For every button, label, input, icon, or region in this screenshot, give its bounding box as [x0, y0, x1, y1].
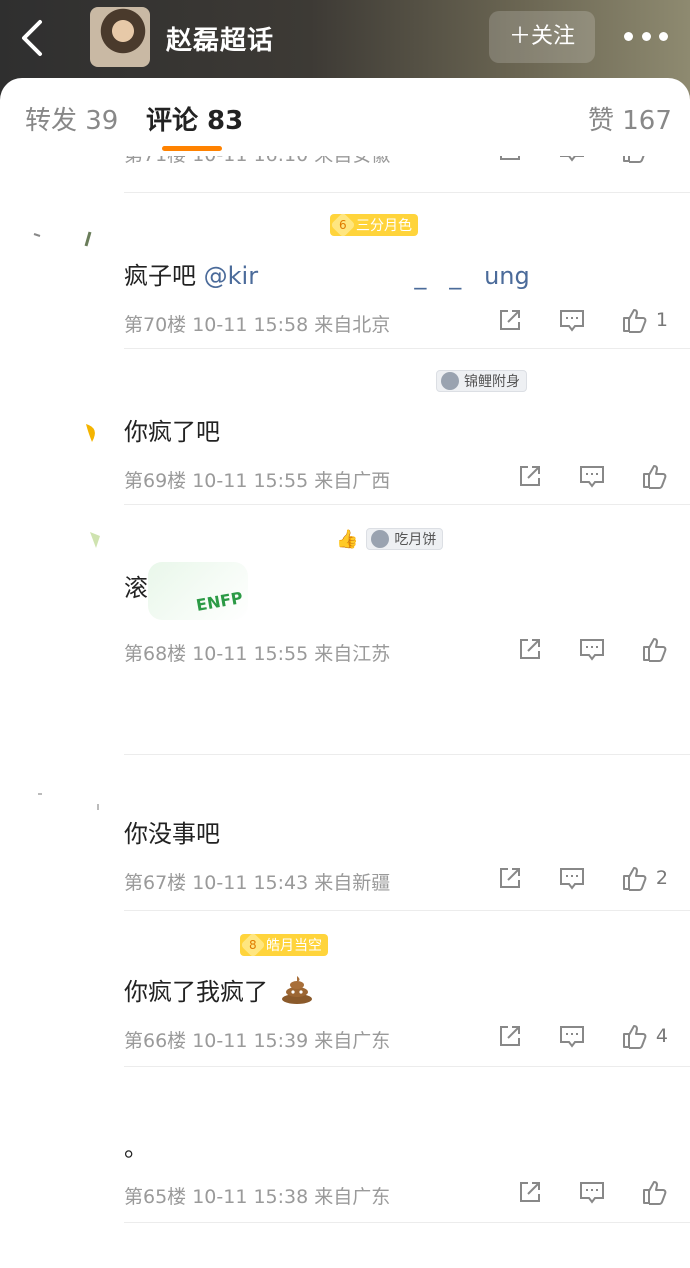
comment-button[interactable] — [578, 1178, 606, 1206]
user-line: 8 皓月当空 — [240, 932, 328, 958]
avatar[interactable] — [30, 212, 102, 284]
like-count: 1 — [655, 309, 668, 331]
comment-button[interactable] — [558, 1022, 586, 1050]
comment-text: 。 — [124, 1134, 148, 1162]
like-count: 1 — [656, 156, 668, 161]
repost-button[interactable] — [516, 462, 544, 490]
repost-button[interactable] — [496, 156, 524, 164]
fan-badge[interactable]: 锦鲤附身 — [436, 370, 527, 392]
mooncake-icon — [371, 530, 390, 548]
comment-list[interactable]: 第71楼 10-11 16:10 来自安徽 1 6三分月色 — [0, 156, 690, 1268]
like-icon — [622, 156, 645, 163]
comment-icon — [559, 156, 584, 162]
divider — [124, 754, 690, 755]
like-button[interactable] — [640, 462, 668, 490]
comment-icon — [580, 466, 604, 488]
repost-button[interactable] — [516, 1178, 544, 1206]
like-button[interactable] — [640, 1178, 668, 1206]
like-icon — [643, 1181, 667, 1205]
comment-icon — [559, 1026, 584, 1048]
comment-button[interactable] — [558, 306, 586, 334]
comment-button[interactable] — [578, 635, 606, 663]
tab-likes[interactable]: 赞 167 — [588, 100, 672, 137]
user-line: 👍 吃月饼 — [336, 526, 444, 552]
comment-meta: 第66楼 10-11 15:39 来自广东 — [124, 1030, 391, 1052]
repost-button[interactable] — [496, 306, 524, 334]
repost-icon — [499, 310, 520, 330]
fan-badge[interactable]: 吃月饼 — [366, 528, 444, 550]
comment-icon — [580, 1182, 604, 1204]
mention-link[interactable]: @kir — [204, 262, 258, 290]
comment-icon — [559, 868, 584, 890]
avatar[interactable] — [30, 408, 102, 480]
fan-badge[interactable]: 8 皓月当空 — [240, 932, 328, 958]
user-line: 锦鲤附身 — [436, 368, 527, 394]
comment-meta: 第70楼 10-11 15:58 来自北京 — [124, 314, 391, 336]
like-icon — [643, 465, 667, 489]
avatar[interactable] — [30, 1250, 102, 1268]
comment-button[interactable] — [558, 864, 586, 892]
tab-comments[interactable]: 评论 83 — [146, 100, 243, 137]
repost-icon — [520, 639, 540, 659]
like-button[interactable]: 1 — [620, 306, 668, 334]
comment-text: 疯子吧 @kirxxxxxxxxxxx_ _ ung — [124, 262, 530, 290]
comment-meta: 第68楼 10-11 15:55 来自江苏 — [124, 643, 391, 665]
avatar[interactable] — [30, 522, 102, 594]
comment-text: 你没事吧 — [124, 820, 220, 848]
repost-icon — [520, 1182, 540, 1202]
comment-button[interactable] — [558, 156, 586, 164]
like-icon — [643, 638, 667, 662]
poo-emoji-icon — [281, 976, 312, 1004]
comment-text: 你疯了我疯了 — [124, 972, 314, 1007]
tab-reposts[interactable]: 转发 39 — [25, 100, 118, 137]
repost-icon — [520, 466, 540, 486]
comment-meta: 第69楼 10-11 15:55 来自广西 — [124, 470, 391, 492]
like-button[interactable]: 2 — [620, 864, 668, 892]
avatar[interactable] — [30, 774, 102, 846]
divider — [124, 910, 690, 911]
comment-icon — [559, 310, 584, 332]
like-count: 4 — [655, 1025, 668, 1047]
divider — [124, 1222, 690, 1223]
thumb-icon: 👍 — [336, 528, 359, 550]
like-icon — [622, 1025, 647, 1049]
back-arrow-icon[interactable] — [18, 18, 48, 58]
active-tab-indicator — [162, 146, 222, 151]
like-count: 2 — [655, 867, 668, 889]
comment-text: 你疯了吧 — [124, 418, 220, 446]
like-icon — [622, 309, 647, 333]
page-title: 赵磊超话 — [166, 26, 275, 56]
comment-meta: 第67楼 10-11 15:43 来自新疆 — [124, 872, 391, 894]
divider — [124, 192, 690, 193]
like-button[interactable]: 1 — [620, 156, 668, 164]
divider — [124, 348, 690, 349]
comment-icon — [580, 639, 604, 661]
divider — [124, 504, 690, 505]
tab-bar: 转发 39 评论 83 赞 167 — [0, 78, 690, 156]
repost-icon — [499, 1026, 520, 1046]
avatar[interactable] — [90, 7, 150, 67]
more-dots-icon[interactable] — [624, 28, 668, 44]
comment-meta: 第71楼 10-11 16:10 来自安徽 — [124, 156, 390, 167]
repost-icon — [499, 868, 520, 888]
follow-button[interactable]: ＋关注 — [489, 11, 595, 63]
like-button[interactable]: 4 — [620, 1022, 668, 1050]
like-icon — [622, 867, 647, 891]
comments-sheet: 转发 39 评论 83 赞 167 第71楼 10-11 16:10 来自安徽 … — [0, 78, 690, 1268]
like-button[interactable] — [640, 635, 668, 663]
repost-button[interactable] — [496, 1022, 524, 1050]
user-line: 6 三分月色 — [330, 212, 418, 238]
fan-badge[interactable]: 6 三分月色 — [330, 212, 418, 238]
comment-button[interactable] — [578, 462, 606, 490]
comment-text: 滚 — [124, 574, 148, 602]
repost-button[interactable] — [516, 635, 544, 663]
repost-button[interactable] — [496, 864, 524, 892]
comment-meta: 第65楼 10-11 15:38 来自广东 — [124, 1186, 391, 1208]
koi-icon — [441, 372, 459, 390]
divider — [124, 1066, 690, 1067]
repost-icon — [499, 156, 520, 160]
